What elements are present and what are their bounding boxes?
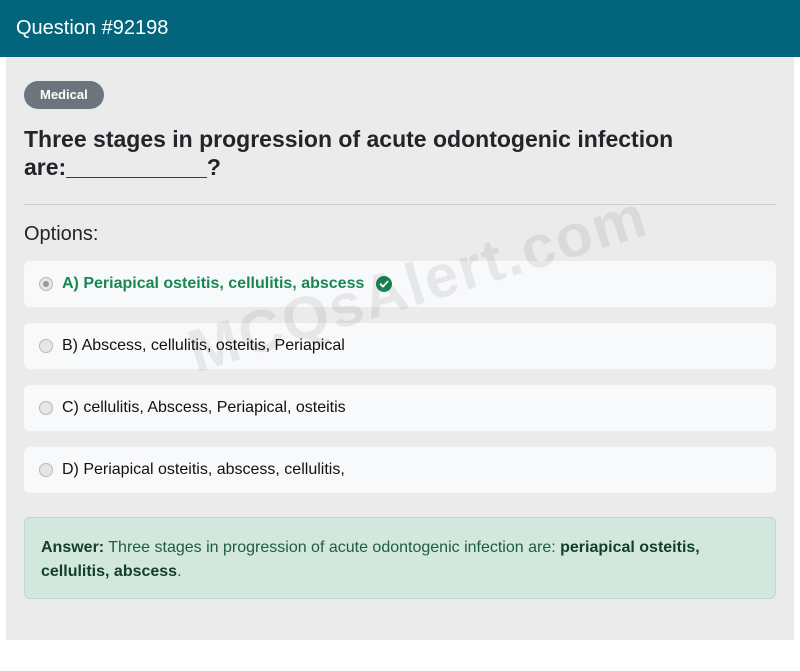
option-c[interactable]: C) cellulitis, Abscess, Periapical, oste…: [24, 385, 776, 431]
answer-end: .: [177, 563, 182, 580]
answer-text: Three stages in progression of acute odo…: [108, 539, 556, 556]
option-a-text: A) Periapical osteitis, cellulitis, absc…: [62, 275, 365, 292]
option-c-text: C) cellulitis, Abscess, Periapical, oste…: [62, 399, 346, 416]
radio-button-b[interactable]: [39, 339, 53, 353]
option-a[interactable]: A) Periapical osteitis, cellulitis, absc…: [24, 261, 776, 307]
divider: [24, 204, 776, 205]
option-b-text: B) Abscess, cellulitis, osteitis, Periap…: [62, 337, 345, 354]
category-badge[interactable]: Medical: [24, 81, 104, 109]
question-text: Three stages in progression of acute odo…: [24, 126, 674, 180]
answer-box: Answer: Three stages in progression of a…: [24, 517, 776, 599]
radio-button-d[interactable]: [39, 463, 53, 477]
option-d[interactable]: D) Periapical osteitis, abscess, celluli…: [24, 447, 776, 493]
question-number-title: Question #92198: [16, 17, 169, 39]
check-circle-icon: [376, 276, 393, 292]
options-label: Options:: [24, 223, 99, 245]
radio-button-a[interactable]: [39, 277, 53, 291]
option-d-text: D) Periapical osteitis, abscess, celluli…: [62, 461, 345, 478]
radio-button-c[interactable]: [39, 401, 53, 415]
answer-label: Answer:: [41, 539, 105, 556]
question-header: Question #92198: [0, 0, 800, 57]
option-b[interactable]: B) Abscess, cellulitis, osteitis, Periap…: [24, 323, 776, 369]
question-card: Medical Three stages in progression of a…: [6, 57, 794, 640]
